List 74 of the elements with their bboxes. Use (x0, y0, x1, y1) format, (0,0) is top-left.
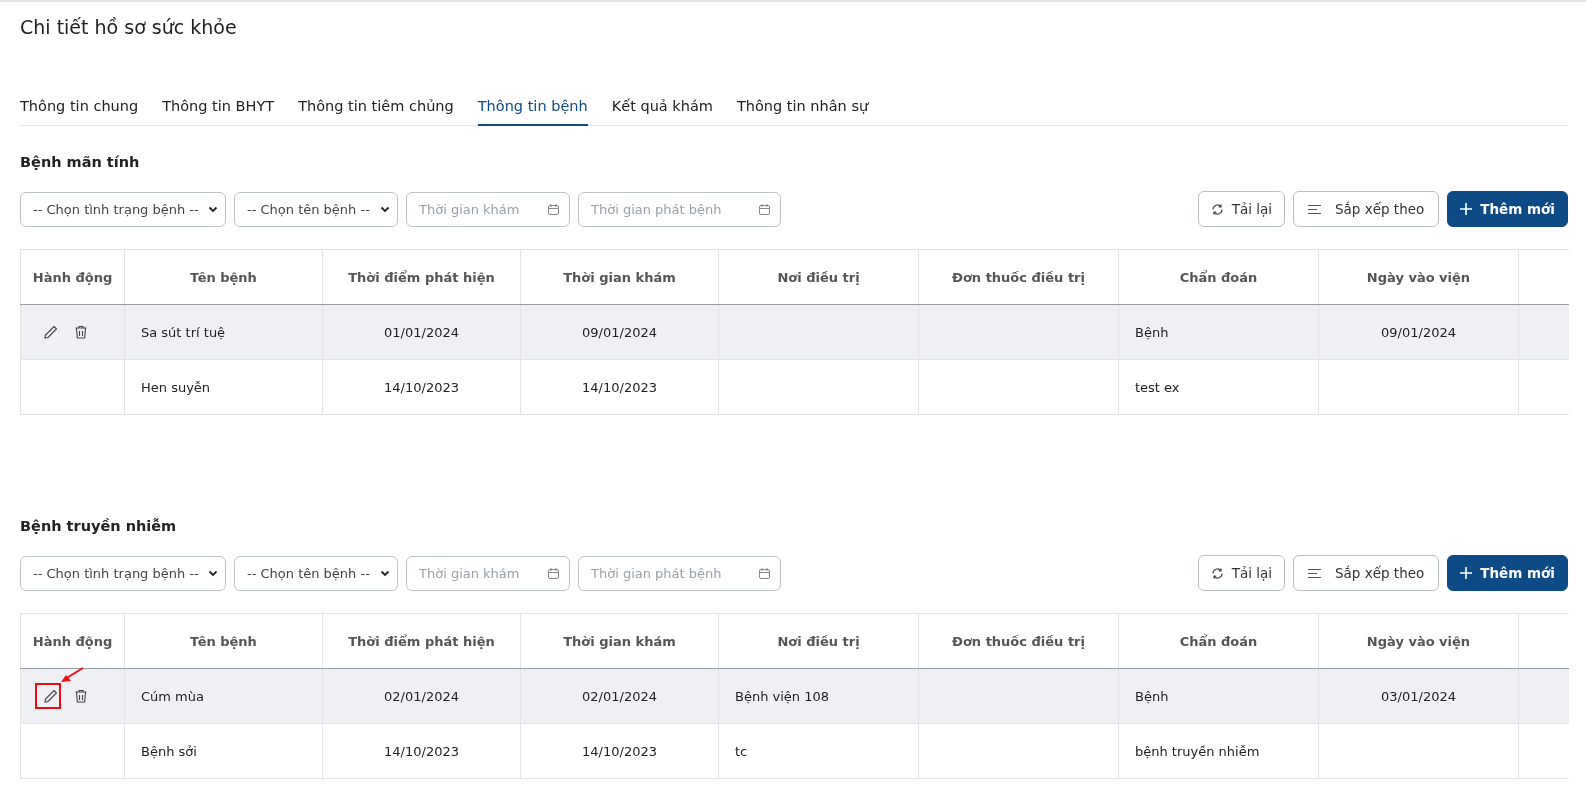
table-cell: 14/10/2023 (322, 359, 521, 415)
column-header: Thời điểm phát hiện (322, 249, 521, 305)
status-select[interactable]: -- Chọn tình trạng bệnh -- (20, 555, 226, 591)
table-cell: Bệnh viện 108 (718, 668, 919, 724)
column-header: Tên bệnh (124, 249, 323, 305)
reload-button[interactable]: Tải lại (1197, 555, 1285, 591)
table-cell: Cúm mùa (124, 668, 323, 724)
refresh-icon (1210, 202, 1224, 216)
column-header: Nơi điều trị (718, 249, 919, 305)
highlight-box (35, 683, 61, 709)
table-cell: bệnh truyền nhiễm (1118, 723, 1319, 779)
exam-date-field[interactable]: Thời gian khám (406, 191, 570, 227)
column-header: Hành động (20, 613, 125, 669)
table-cell: Bệnh (1118, 304, 1319, 360)
add-button[interactable]: Thêm mới (1447, 191, 1568, 227)
tab[interactable]: Thông tin tiêm chủng (298, 94, 454, 126)
exam-date-field[interactable]: Thời gian khám (406, 555, 570, 591)
sort-button[interactable]: Sắp xếp theo (1293, 555, 1440, 591)
plus-icon (1460, 203, 1473, 215)
reload-button[interactable]: Tải lại (1197, 191, 1285, 227)
edit-icon[interactable] (43, 324, 59, 340)
table-cell: test ex (1118, 359, 1319, 415)
table-cell: 02/01/2024 (520, 668, 719, 724)
table-cell: Hen suyễn (124, 359, 323, 415)
section-heading: Bệnh mãn tính (20, 154, 141, 172)
table-cell: 09/01/2024 (520, 304, 719, 360)
lines-icon (1308, 203, 1321, 215)
edit-icon[interactable] (43, 688, 59, 704)
column-header: Tên bệnh (124, 613, 323, 669)
column-header: Đơn thuốc điều trị (918, 613, 1119, 669)
onset-date-field[interactable]: Thời gian phát bệnh (578, 191, 781, 227)
table-cell: 14/10/2023 (322, 723, 521, 779)
tab[interactable]: Thông tin BHYT (162, 94, 275, 126)
table-cell: 02/01/2024 (322, 668, 521, 724)
column-header: Ngày vào viện (1318, 613, 1519, 669)
column-header: Nơi điều trị (718, 613, 919, 669)
disease-name-select[interactable]: -- Chọn tên bệnh -- (234, 555, 398, 591)
column-header: Chẩn đoán (1118, 613, 1319, 669)
column-header: Chẩn đoán (1118, 249, 1319, 305)
calendar-icon (758, 202, 771, 216)
delete-icon[interactable] (73, 324, 89, 340)
calendar-icon (547, 202, 560, 216)
tab[interactable]: Thông tin bệnh (477, 94, 588, 126)
column-header: Thời gian khám (520, 249, 719, 305)
table-cell: 14/10/2023 (520, 359, 719, 415)
tab[interactable]: Thông tin chung (20, 94, 139, 126)
refresh-icon (1210, 566, 1224, 580)
table-cell: 03/01/2024 (1318, 668, 1519, 724)
disease-name-select[interactable]: -- Chọn tên bệnh -- (234, 191, 398, 227)
table-cell: 14/10/2023 (520, 723, 719, 779)
onset-date-field[interactable]: Thời gian phát bệnh (578, 555, 781, 591)
table-cell: tc (718, 723, 919, 779)
calendar-icon (547, 566, 560, 580)
lines-icon (1308, 567, 1321, 579)
column-header: Đơn thuốc điều trị (918, 249, 1119, 305)
table-cell: Sa sút trí tuệ (124, 304, 323, 360)
page-title: Chi tiết hồ sơ sức khỏe (20, 16, 238, 40)
delete-icon[interactable] (73, 688, 89, 704)
add-button[interactable]: Thêm mới (1447, 555, 1568, 591)
plus-icon (1460, 567, 1473, 579)
column-header: Thời gian khám (520, 613, 719, 669)
section-heading: Bệnh truyền nhiễm (20, 518, 178, 536)
table-cell: Bệnh sởi (124, 723, 323, 779)
table-cell: 01/01/2024 (322, 304, 521, 360)
sort-button[interactable]: Sắp xếp theo (1293, 191, 1440, 227)
calendar-icon (758, 566, 771, 580)
column-header: Thời điểm phát hiện (322, 613, 521, 669)
table-cell: 09/01/2024 (1318, 304, 1519, 360)
status-select[interactable]: -- Chọn tình trạng bệnh -- (20, 191, 226, 227)
column-header: Ngày vào viện (1318, 249, 1519, 305)
tab[interactable]: Thông tin nhân sự (736, 94, 869, 126)
table-cell: Bệnh (1118, 668, 1319, 724)
tab[interactable]: Kết quả khám (611, 94, 713, 126)
column-header: Hành động (20, 249, 125, 305)
